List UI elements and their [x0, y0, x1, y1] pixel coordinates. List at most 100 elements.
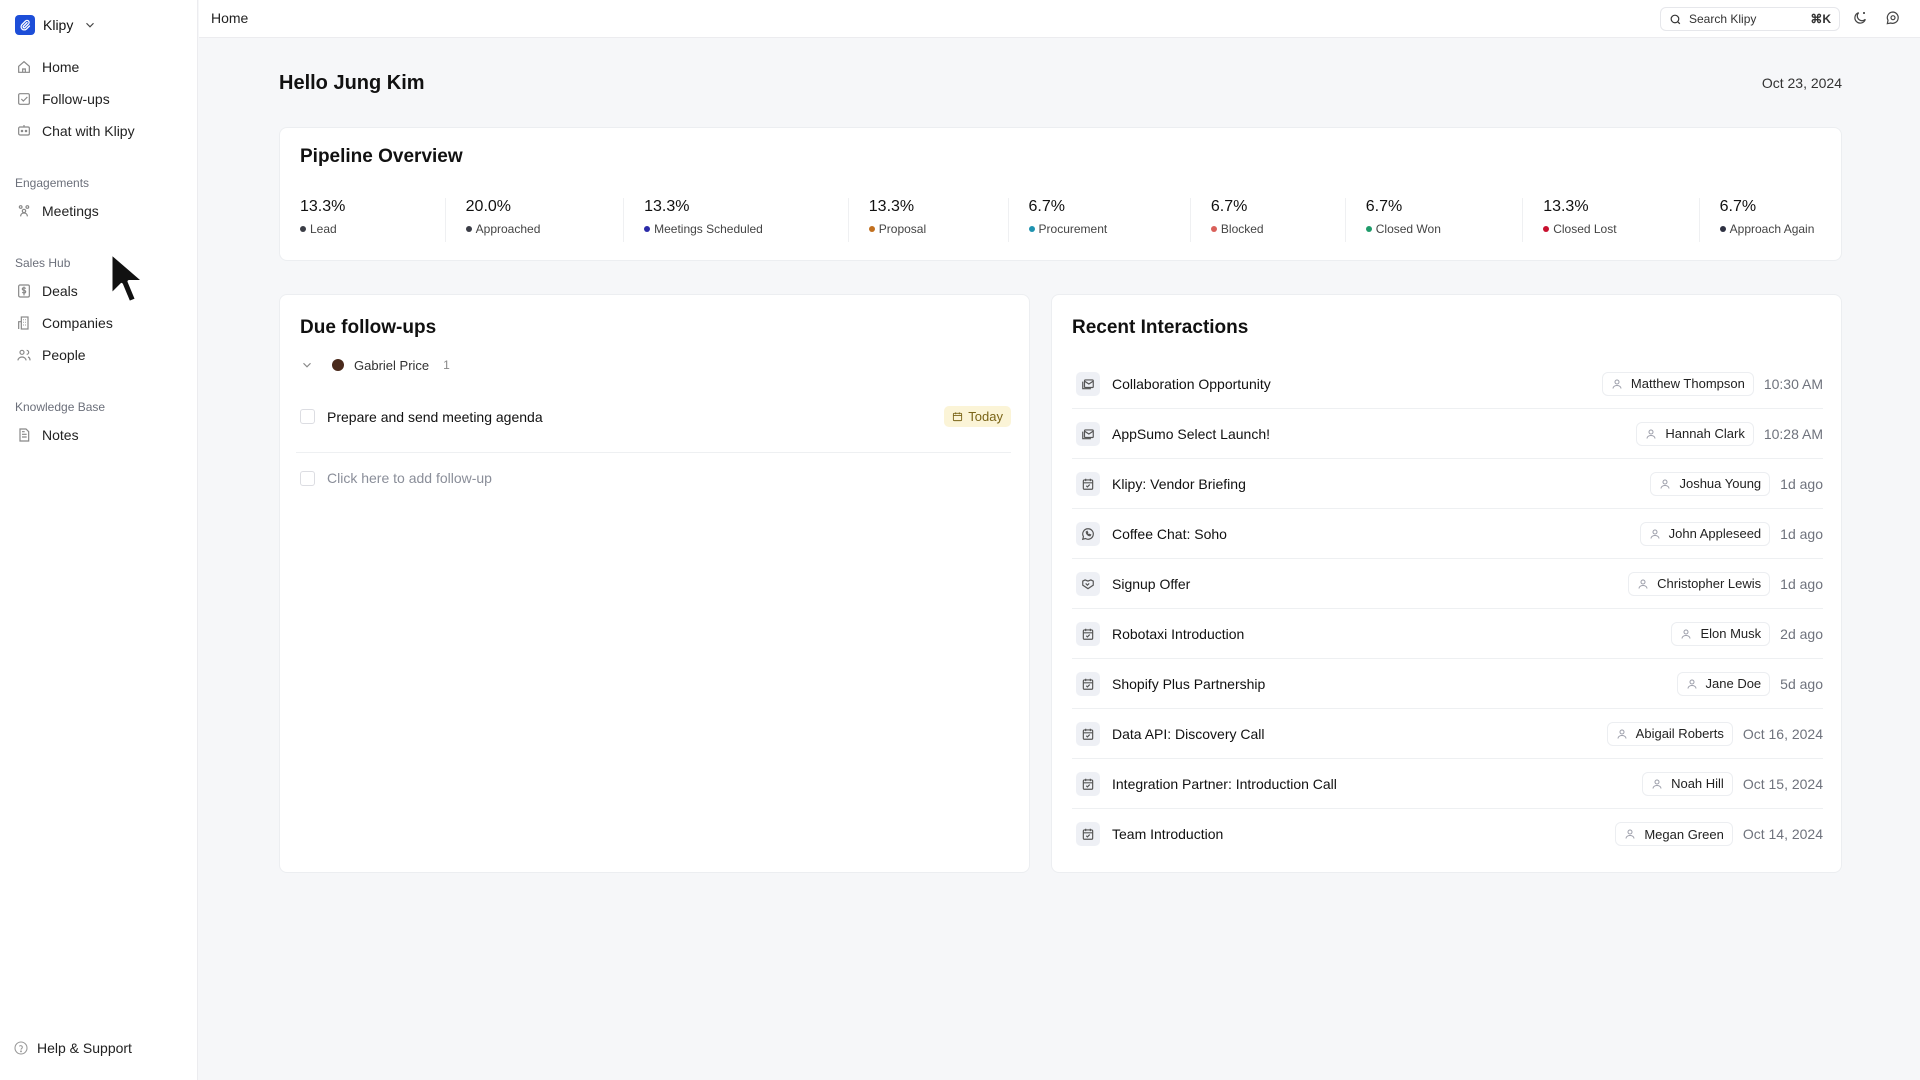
add-follow-up-input[interactable]: Click here to add follow-up [327, 470, 492, 486]
contact-chip[interactable]: Elon Musk [1671, 621, 1771, 646]
whatsapp-icon [1076, 521, 1100, 546]
stage-color-dot [1210, 226, 1217, 232]
dollar-icon [18, 284, 30, 298]
stage-label: Approached [465, 222, 623, 236]
task-label: Prepare and send meeting agenda [327, 408, 543, 425]
sidebar-item-deals[interactable]: Deals [16, 280, 78, 302]
due-date-label: Today [968, 409, 1003, 424]
pipeline-stage: 6.7% Procurement [1009, 198, 1191, 242]
stage-name: Lead [310, 222, 337, 236]
people-icon [17, 349, 31, 361]
search-input[interactable]: Search Klipy ⌘K [1660, 7, 1840, 31]
contact-name: Noah Hill [1671, 776, 1724, 791]
person-icon [1624, 828, 1636, 840]
chevron-down-icon[interactable] [300, 358, 314, 372]
search-placeholder: Search Klipy [1689, 12, 1757, 26]
dark-mode-toggle-icon[interactable] [1852, 10, 1868, 26]
interaction-row[interactable]: Team Introduction Megan Green Oct 14, 2024 [1072, 809, 1823, 859]
calendar-check-icon [1076, 721, 1100, 746]
interaction-row[interactable]: Integration Partner: Introduction Call No… [1072, 759, 1823, 809]
interaction-title: Shopify Plus Partnership [1112, 675, 1266, 692]
follow-up-task[interactable]: Prepare and send meeting agenda Today [300, 406, 1011, 427]
person-icon [1616, 728, 1628, 740]
stage-percentage: 6.7% [1210, 198, 1248, 215]
interaction-title: Collaboration Opportunity [1112, 375, 1271, 392]
interaction-title: AppSumo Select Launch! [1112, 425, 1270, 442]
person-icon [1649, 528, 1661, 540]
stage-label: Proposal [868, 222, 1008, 236]
interaction-time: 1d ago [1780, 575, 1823, 592]
sidebar-item-label: Companies [42, 315, 113, 331]
contact-chip[interactable]: Hannah Clark [1636, 421, 1754, 446]
sidebar-item-people[interactable]: People [16, 344, 86, 366]
stage-name: Closed Lost [1553, 222, 1617, 236]
recent-interactions-card: Recent Interactions Collaboration Opport… [1051, 294, 1842, 873]
pipeline-stage: 13.3% Closed Lost [1523, 198, 1700, 242]
divider [296, 452, 1011, 453]
stage-label: Procurement [1028, 222, 1190, 236]
interaction-row[interactable]: Klipy: Vendor Briefing Joshua Young 1d ago [1072, 459, 1823, 509]
contact-chip[interactable]: Christopher Lewis [1628, 571, 1771, 596]
interaction-title: Signup Offer [1112, 575, 1191, 592]
interaction-row[interactable]: Collaboration Opportunity Matthew Thompso… [1072, 359, 1823, 409]
sidebar-item-chat-with-klipy[interactable]: Chat with Klipy [16, 120, 135, 142]
calendar-check-icon [1076, 621, 1100, 646]
pipeline-stage: 13.3% Meetings Scheduled [624, 198, 849, 242]
help-and-support-link[interactable]: Help & Support [13, 1040, 132, 1056]
sidebar-item-label: People [42, 347, 86, 363]
workspace-switcher[interactable]: Klipy [15, 15, 97, 35]
question-circle-icon [14, 1041, 28, 1055]
stage-name: Approach Again [1729, 222, 1815, 236]
sidebar-item-companies[interactable]: Companies [16, 312, 113, 334]
pipeline-stage: 13.3% Lead [300, 198, 446, 242]
contact-chip[interactable]: Abigail Roberts [1606, 721, 1733, 746]
sidebar-item-home[interactable]: Home [16, 56, 79, 78]
person-icon [1645, 428, 1657, 440]
contact-chip[interactable]: Matthew Thompson [1601, 371, 1754, 396]
sidebar-item-notes[interactable]: Notes [16, 424, 79, 446]
follow-up-group[interactable]: Gabriel Price 1 [300, 355, 450, 375]
contact-chip[interactable]: Jane Doe [1676, 671, 1771, 696]
interaction-time: Oct 14, 2024 [1742, 826, 1823, 842]
handshake-icon [1076, 571, 1100, 596]
interaction-time: 10:30 AM [1763, 375, 1823, 392]
group-person-name: Gabriel Price [354, 357, 430, 373]
interaction-row[interactable]: Data API: Discovery Call Abigail Roberts O… [1072, 709, 1823, 759]
interaction-title: Coffee Chat: Soho [1112, 525, 1227, 542]
stage-percentage: 13.3% [300, 198, 346, 215]
interaction-time: 5d ago [1780, 675, 1823, 692]
interaction-row[interactable]: AppSumo Select Launch! Hannah Clark 10:28 … [1072, 409, 1823, 459]
sidebar-item-meetings[interactable]: Meetings [16, 200, 99, 222]
stage-color-dot [465, 226, 472, 232]
stage-color-dot [644, 226, 651, 232]
stage-name: Procurement [1038, 222, 1108, 236]
add-follow-up-row[interactable]: Click here to add follow-up [300, 470, 1011, 486]
stage-name: Closed Won [1375, 222, 1441, 236]
stage-label: Approach Again [1719, 222, 1823, 236]
interaction-row[interactable]: Coffee Chat: Soho John Appleseed 1d ago [1072, 509, 1823, 559]
contact-chip[interactable]: John Appleseed [1639, 521, 1771, 546]
interaction-row[interactable]: Shopify Plus Partnership Jane Doe 5d ago [1072, 659, 1823, 709]
sidebar-item-follow-ups[interactable]: Follow-ups [16, 88, 110, 110]
task-checkbox[interactable] [300, 409, 315, 424]
stage-color-dot [1719, 226, 1726, 232]
interaction-title: Integration Partner: Introduction Call [1112, 775, 1337, 792]
follow-ups-title: Due follow-ups [300, 317, 437, 338]
interaction-row[interactable]: Signup Offer Christopher Lewis 1d ago [1072, 559, 1823, 609]
contact-chip[interactable]: Noah Hill [1642, 771, 1733, 796]
stage-color-dot [1543, 226, 1550, 232]
interaction-time: 2d ago [1780, 625, 1823, 642]
sidebar-item-label: Deals [42, 283, 78, 299]
feedback-chat-icon[interactable] [1885, 10, 1901, 26]
current-date: Oct 23, 2024 [1761, 75, 1842, 91]
due-follow-ups-card: Due follow-ups Gabriel Price 1 Prepare a… [279, 294, 1030, 873]
contact-chip[interactable]: Megan Green [1615, 822, 1733, 846]
contact-chip[interactable]: Joshua Young [1650, 471, 1771, 496]
stage-color-dot [300, 226, 306, 232]
interaction-title: Klipy: Vendor Briefing [1112, 475, 1246, 492]
contact-name: Megan Green [1644, 826, 1724, 842]
stage-name: Meetings Scheduled [654, 222, 763, 236]
interaction-row[interactable]: Robotaxi Introduction Elon Musk 2d ago [1072, 609, 1823, 659]
sidebar-item-label: Home [42, 59, 80, 75]
contact-name: Joshua Young [1679, 476, 1762, 491]
